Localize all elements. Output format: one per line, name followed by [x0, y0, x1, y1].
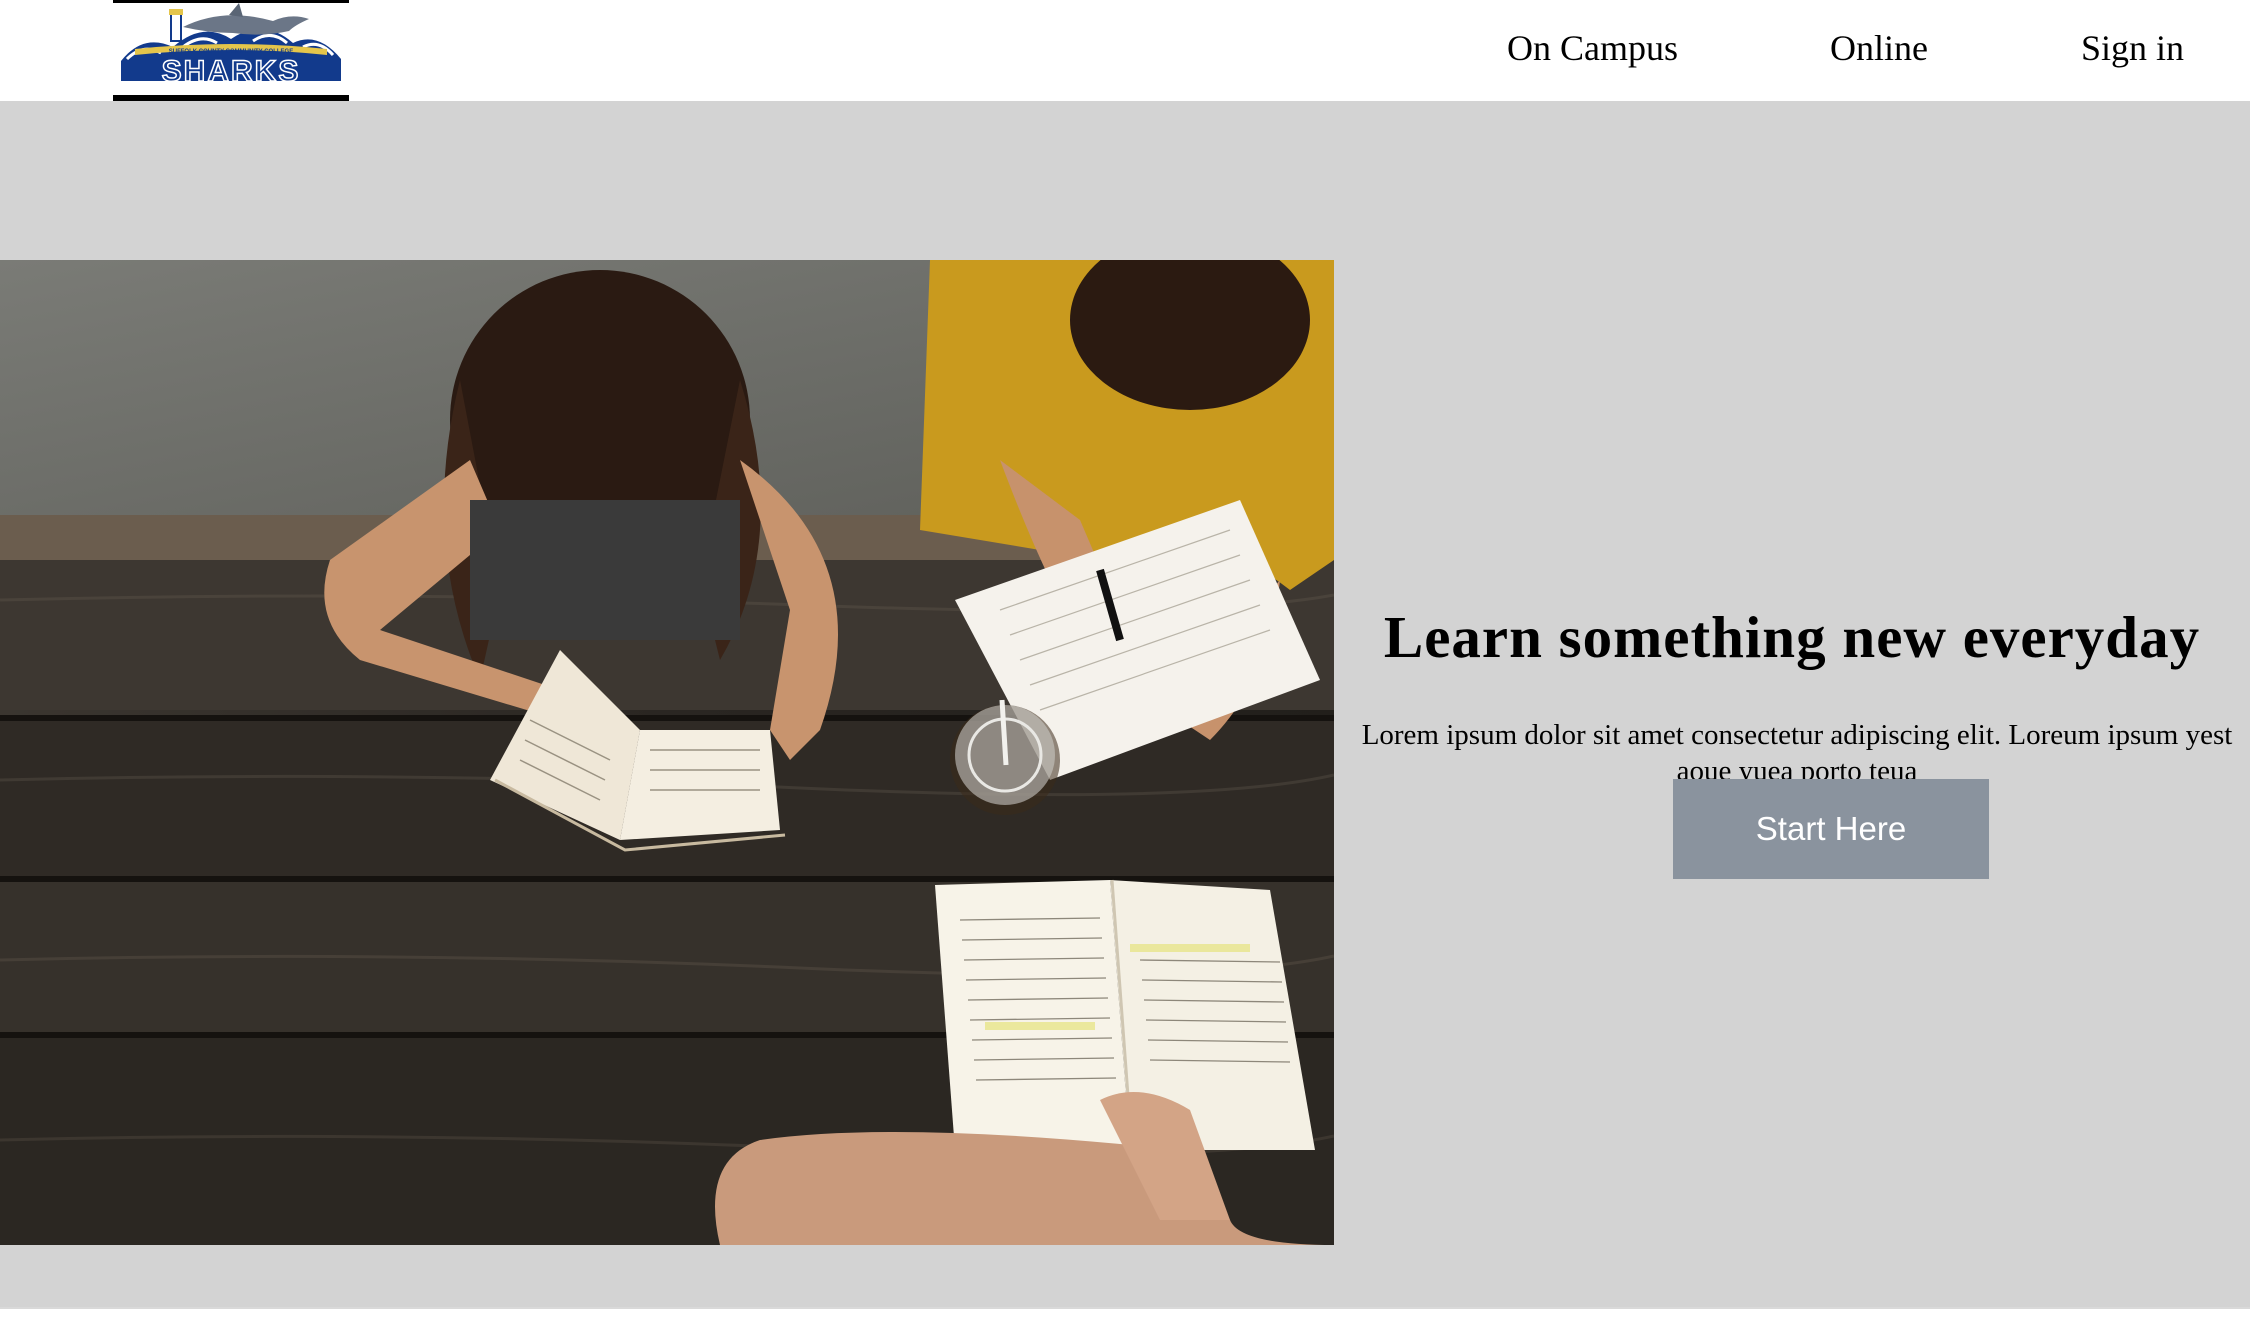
nav-link-on-campus[interactable]: On Campus — [1507, 22, 1678, 74]
nav-link-online[interactable]: Online — [1830, 22, 1928, 74]
hero-photo — [0, 260, 1334, 1245]
logo-wordmark: SHARKS — [162, 55, 301, 88]
start-here-button[interactable]: Start Here — [1673, 779, 1989, 879]
hero-text-block: Learn something new everyday Lorem ipsum… — [1334, 601, 2250, 789]
hero-section: Learn something new everyday Lorem ipsum… — [0, 101, 2250, 1307]
shark-logo-icon: SUFFOLK COUNTY COMMUNITY COLLEGE SHARKS — [121, 3, 341, 89]
page-bottom-divider — [0, 1307, 2250, 1329]
nav-link-sign-in[interactable]: Sign in — [2081, 22, 2184, 74]
students-reading-photo — [0, 260, 1334, 1245]
site-header: SUFFOLK COUNTY COMMUNITY COLLEGE SHARKS … — [0, 0, 2250, 101]
hero-title: Learn something new everyday — [1383, 604, 2201, 670]
college-logo[interactable]: SUFFOLK COUNTY COMMUNITY COLLEGE SHARKS — [113, 0, 349, 101]
